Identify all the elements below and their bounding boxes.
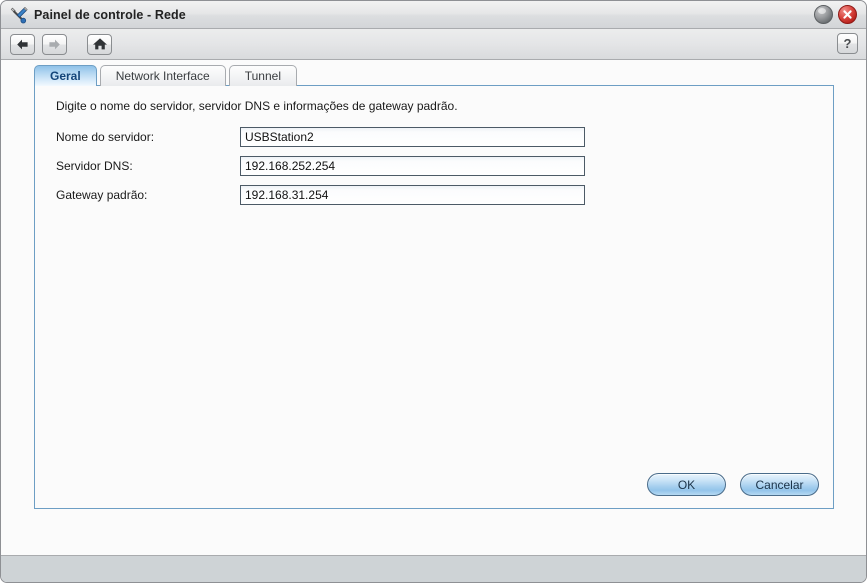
tab-geral-label: Geral — [50, 69, 81, 83]
tab-network-interface[interactable]: Network Interface — [99, 65, 226, 86]
application-window: Painel de controle - Rede ? Geral Networ… — [0, 0, 867, 583]
forward-button[interactable] — [42, 33, 67, 55]
close-icon — [843, 10, 852, 19]
toolbar: ? — [1, 29, 866, 60]
server-name-label: Nome do servidor: — [56, 130, 155, 144]
arrow-left-icon — [17, 39, 28, 49]
help-button[interactable]: ? — [837, 33, 858, 54]
form-row-default-gateway: Gateway padrão: — [56, 185, 585, 205]
back-button[interactable] — [10, 33, 35, 55]
tab-network-interface-label: Network Interface — [115, 69, 210, 83]
minimize-button[interactable] — [814, 5, 833, 24]
network-settings-form: Nome do servidor: Servidor DNS: Gateway … — [56, 127, 585, 214]
title-bar: Painel de controle - Rede — [1, 1, 866, 29]
tab-tunnel[interactable]: Tunnel — [228, 65, 297, 86]
form-row-dns-server: Servidor DNS: — [56, 156, 585, 176]
server-name-input[interactable] — [240, 127, 585, 147]
tab-strip: Geral Network Interface Tunnel — [34, 64, 300, 86]
dns-server-input[interactable] — [240, 156, 585, 176]
cancel-button[interactable]: Cancelar — [740, 473, 819, 496]
window-controls — [814, 5, 857, 24]
tab-tunnel-label: Tunnel — [244, 69, 281, 83]
default-gateway-label: Gateway padrão: — [56, 188, 148, 202]
window-body: Geral Network Interface Tunnel Digite o … — [1, 60, 866, 555]
form-row-server-name: Nome do servidor: — [56, 127, 585, 147]
default-gateway-input[interactable] — [240, 185, 585, 205]
status-bar — [1, 555, 866, 582]
tab-geral[interactable]: Geral — [34, 65, 97, 86]
tools-icon — [10, 6, 28, 23]
arrow-right-icon — [49, 39, 60, 49]
dialog-actions: OK Cancelar — [647, 473, 819, 496]
window-title: Painel de controle - Rede — [34, 7, 186, 22]
instruction-text: Digite o nome do servidor, servidor DNS … — [56, 99, 458, 113]
ok-button[interactable]: OK — [647, 473, 726, 496]
tab-content-panel: Digite o nome do servidor, servidor DNS … — [34, 85, 834, 509]
close-button[interactable] — [838, 5, 857, 24]
home-icon — [92, 38, 107, 50]
dns-server-label: Servidor DNS: — [56, 159, 133, 173]
home-button[interactable] — [87, 33, 112, 55]
